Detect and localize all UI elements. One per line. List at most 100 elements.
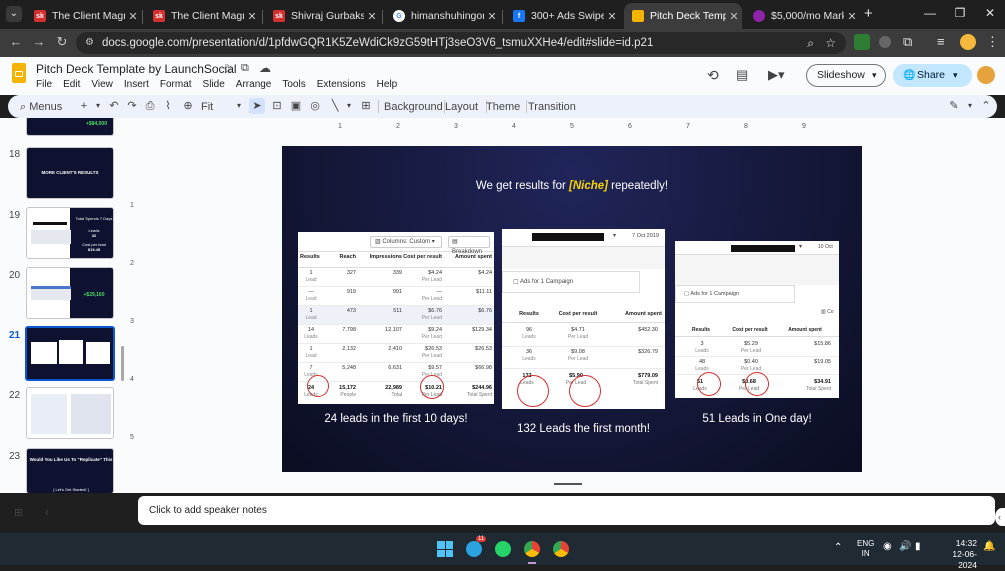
media-controls-icon[interactable]: ≡ <box>937 34 945 49</box>
redo-icon[interactable]: ↷ <box>124 98 140 114</box>
speaker-notes[interactable]: Click to add speaker notes <box>138 496 995 525</box>
reload-icon[interactable]: ↻ <box>52 34 72 52</box>
slide-thumbnail-17[interactable]: +$84,000 <box>26 118 114 136</box>
slides-logo-icon[interactable] <box>12 63 26 83</box>
zoom-icon[interactable]: ⊕ <box>180 98 196 114</box>
slide-canvas[interactable]: We get results for [Niche] repeatedly! ▥… <box>282 146 862 472</box>
select-cursor-icon[interactable]: ➤ <box>249 98 265 114</box>
menu-arrange[interactable]: Arrange <box>236 79 272 90</box>
pen-mode-icon[interactable]: ✎ <box>946 98 962 114</box>
slide-thumbnail-23[interactable]: Would You Like Us To "Replicate" This [ … <box>26 448 114 493</box>
extension-icon[interactable] <box>879 36 891 48</box>
results-screenshot-3[interactable]: ▾ 10 Oct ▢ Ads for 1 Campaign ▥ Co Resul… <box>675 241 839 398</box>
slideshow-button[interactable]: Slideshow ▾ <box>806 64 886 87</box>
menu-file[interactable]: File <box>36 79 52 90</box>
chrome-profile-icon[interactable] <box>553 541 569 557</box>
paint-format-icon[interactable]: ⌇ <box>160 98 176 114</box>
results-screenshot-1[interactable]: ▥ Columns: Custom ▾ ▤ Breakdown Results … <box>298 232 494 404</box>
clock[interactable]: 14:32 12-06-2024 <box>935 538 977 571</box>
slide-thumbnail-18[interactable]: MORE CLIENT'S RESULTS <box>26 147 114 199</box>
undo-icon[interactable]: ↶ <box>106 98 122 114</box>
close-window-icon[interactable]: ✕ <box>975 6 1005 20</box>
comment-add-icon[interactable]: ⊞ <box>358 98 374 114</box>
menu-view[interactable]: View <box>91 79 113 90</box>
extensions-puzzle-icon[interactable]: ⧉ <box>903 34 912 50</box>
tab-client-magnets-1[interactable]: sk The Client Magnets ✕ <box>26 3 141 29</box>
chevron-down-icon[interactable]: ▾ <box>341 98 357 114</box>
profile-avatar-icon[interactable] <box>960 34 976 50</box>
restore-icon[interactable]: ❐ <box>945 6 975 20</box>
notification-bell-icon[interactable]: 🔔 <box>983 541 995 552</box>
menu-edit[interactable]: Edit <box>63 79 80 90</box>
minimize-icon[interactable]: — <box>915 6 945 20</box>
transition-button[interactable]: Transition <box>528 99 576 115</box>
close-tab-icon[interactable]: ✕ <box>484 10 500 23</box>
results-screenshot-2[interactable]: ▾ 7 Oct 2019 ▢ Ads for 1 Campaign Result… <box>502 229 665 409</box>
slide-thumbnail-21-selected[interactable] <box>25 326 115 381</box>
tab-pitch-deck[interactable]: Pitch Deck Template ✕ <box>624 3 742 29</box>
menu-help[interactable]: Help <box>377 79 398 90</box>
zoom-search-icon[interactable]: ⌕ <box>807 32 814 54</box>
tab-client-magnets-2[interactable]: sk The Client Magnets ✕ <box>145 3 260 29</box>
filmstrip-scrollbar[interactable] <box>121 346 124 381</box>
tab-ads-swipe[interactable]: f 300+ Ads Swipe File ✕ <box>505 3 620 29</box>
chevron-down-icon[interactable]: ▾ <box>872 65 877 86</box>
resize-handle[interactable] <box>554 483 582 485</box>
chevron-down-icon[interactable]: ▾ <box>962 98 978 114</box>
grid-view-icon[interactable]: ⊞ <box>14 506 23 519</box>
theme-button[interactable]: Theme <box>486 99 520 115</box>
close-tab-icon[interactable]: ✕ <box>726 10 742 23</box>
comments-icon[interactable]: ▤ <box>736 67 748 83</box>
slide-thumbnail-20[interactable]: +$29,160 <box>26 267 114 319</box>
close-tab-icon[interactable]: ✕ <box>244 10 260 23</box>
telegram-icon[interactable]: 11 <box>466 536 487 557</box>
close-tab-icon[interactable]: ✕ <box>364 10 380 23</box>
shape-icon[interactable]: ◎ <box>307 98 323 114</box>
cloud-status-icon[interactable]: ☁ <box>259 61 271 75</box>
windows-start-icon[interactable] <box>437 541 453 557</box>
caption-3[interactable]: 51 Leads in One day! <box>675 413 839 425</box>
more-menu-icon[interactable]: ⋮ <box>986 34 999 50</box>
close-tab-icon[interactable]: ✕ <box>125 10 141 23</box>
close-tab-icon[interactable]: ✕ <box>604 10 620 23</box>
collapse-filmstrip-icon[interactable]: ‹ <box>45 505 49 519</box>
document-title[interactable]: Pitch Deck Template by LaunchSocial <box>36 62 237 76</box>
language-indicator[interactable]: ENG IN <box>857 539 874 559</box>
print-icon[interactable]: ⎙ <box>142 98 158 114</box>
tab-search-button[interactable]: ⌄ <box>6 6 22 22</box>
meet-video-icon[interactable]: ▶▾ <box>768 67 785 83</box>
whatsapp-icon[interactable] <box>495 541 511 557</box>
chevron-down-icon[interactable]: ▾ <box>953 64 958 87</box>
new-tab-plus-icon[interactable]: + <box>864 5 873 22</box>
text-box-icon[interactable]: ⊡ <box>269 98 285 114</box>
tab-marketing[interactable]: $5,000/mo Marke ✕ <box>745 3 860 29</box>
back-arrow-icon[interactable]: ← <box>6 34 26 52</box>
zoom-select[interactable]: Fit <box>201 99 213 115</box>
battery-icon[interactable]: ▮ <box>915 541 921 552</box>
bookmark-star-icon[interactable]: ☆ <box>825 32 836 54</box>
chevron-down-icon[interactable]: ▾ <box>90 98 106 114</box>
caption-2[interactable]: 132 Leads the first month! <box>492 423 675 435</box>
image-icon[interactable]: ▣ <box>288 98 304 114</box>
move-folder-icon[interactable]: ⧉ <box>241 62 249 75</box>
chevron-up-icon[interactable]: ⌃ <box>834 542 842 553</box>
menu-slide[interactable]: Slide <box>203 79 225 90</box>
layout-button[interactable]: Layout <box>445 99 478 115</box>
menu-tools[interactable]: Tools <box>282 79 305 90</box>
version-history-icon[interactable]: ⟲ <box>707 67 719 84</box>
extension-icon[interactable] <box>854 34 870 50</box>
site-info-icon[interactable]: ⚙ <box>85 32 94 54</box>
slide-headline[interactable]: We get results for [Niche] repeatedly! <box>282 180 862 192</box>
wifi-icon[interactable]: ◉ <box>883 541 892 552</box>
caption-1[interactable]: 24 leads in the first 10 days! <box>298 413 494 425</box>
menu-extensions[interactable]: Extensions <box>317 79 366 90</box>
share-button[interactable]: 🌐 Share ▾ <box>893 64 972 87</box>
background-button[interactable]: Background <box>384 99 443 115</box>
chevron-down-icon[interactable]: ▾ <box>231 98 247 114</box>
slide-thumbnail-19[interactable]: Total Spends 7 Days Leads 32 Cost per le… <box>26 207 114 259</box>
star-icon[interactable]: ☆ <box>222 61 234 77</box>
side-panel-toggle-icon[interactable]: ‹ <box>995 508 1005 526</box>
forward-arrow-icon[interactable]: → <box>29 34 49 52</box>
tab-himanshu[interactable]: G himanshuhingorani. ✕ <box>385 3 500 29</box>
chrome-icon[interactable] <box>524 541 540 557</box>
